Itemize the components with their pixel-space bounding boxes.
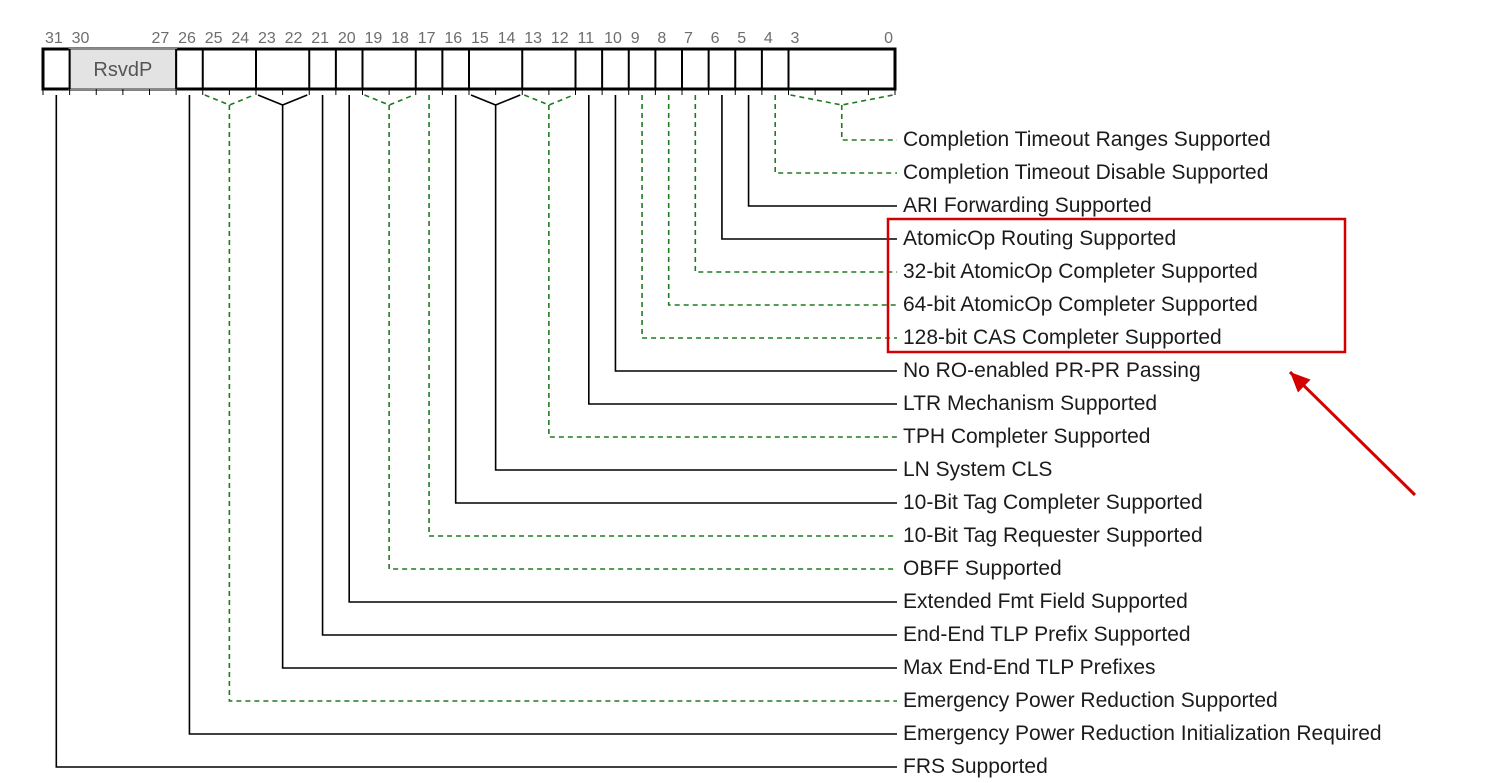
bit-number-20: 20 (338, 30, 356, 47)
field-label-15: End-End TLP Prefix Supported (903, 623, 1191, 646)
field-label-11: 10-Bit Tag Completer Supported (903, 491, 1203, 514)
bit-number-5: 5 (737, 30, 746, 47)
bit-number-13: 13 (524, 30, 542, 47)
field-label-8: LTR Mechanism Supported (903, 392, 1157, 415)
leader-line-bit-8 (669, 95, 897, 305)
bit-number-23: 23 (258, 30, 276, 47)
bit-number-15: 15 (471, 30, 489, 47)
bit-number-11: 11 (578, 30, 595, 47)
bit-number-25: 25 (205, 30, 223, 47)
leader-line-bit-19-18 (365, 95, 898, 569)
field-label-10: LN System CLS (903, 458, 1052, 481)
field-label-0: Completion Timeout Ranges Supported (903, 128, 1271, 151)
leader-line-bit-23-22 (258, 95, 897, 668)
field-label-14: Extended Fmt Field Supported (903, 590, 1188, 613)
field-label-17: Emergency Power Reduction Supported (903, 689, 1278, 712)
leader-line-bit-21 (323, 95, 897, 635)
leader-line-bit-5 (749, 95, 897, 206)
bit-number-3: 3 (791, 30, 800, 47)
bit-number-22: 22 (285, 30, 303, 47)
field-label-16: Max End-End TLP Prefixes (903, 656, 1156, 679)
bit-number-4: 4 (764, 30, 773, 47)
leader-line-bit-26 (189, 95, 897, 734)
field-label-12: 10-Bit Tag Requester Supported (903, 524, 1203, 547)
bit-number-26: 26 (178, 30, 196, 47)
leader-line-bit-31 (56, 95, 897, 767)
field-label-18: Emergency Power Reduction Initialization… (903, 722, 1382, 745)
leader-line-bit-3-0 (791, 95, 898, 140)
bit-number-7: 7 (684, 30, 693, 47)
bit-number-19: 19 (365, 30, 383, 47)
bit-number-8: 8 (657, 30, 666, 47)
field-label-1: Completion Timeout Disable Supported (903, 161, 1268, 184)
field-label-19: FRS Supported (903, 755, 1048, 778)
bit-number-21: 21 (311, 30, 329, 47)
bit-number-14: 14 (498, 30, 516, 47)
bit-number-31: 31 (45, 30, 63, 47)
field-label-3: AtomicOp Routing Supported (903, 227, 1176, 250)
bit-number-6: 6 (711, 30, 720, 47)
bit-number-18: 18 (391, 30, 409, 47)
field-label-9: TPH Completer Supported (903, 425, 1150, 448)
leader-line-bit-11 (589, 95, 897, 404)
bit-number-17: 17 (418, 30, 436, 47)
field-label-6: 128-bit CAS Completer Supported (903, 326, 1222, 349)
leader-line-bit-9 (642, 95, 897, 338)
bit-number-12: 12 (551, 30, 569, 47)
bit-number-24: 24 (231, 30, 249, 47)
bit-number-30: 30 (72, 30, 90, 47)
leader-line-bit-7 (695, 95, 897, 272)
bit-number-16: 16 (444, 30, 462, 47)
field-label-4: 32-bit AtomicOp Completer Supported (903, 260, 1258, 283)
leader-line-bit-13-12 (524, 95, 897, 437)
register-bitfield-diagram: 3130272625242322212019181716151413121110… (0, 0, 1506, 783)
highlight-arrow-shaft (1290, 372, 1415, 495)
field-label-13: OBFF Supported (903, 557, 1062, 580)
bit-number-27: 27 (152, 30, 170, 47)
bit-number-9: 9 (631, 30, 640, 47)
leader-line-bit-16 (456, 95, 897, 503)
leader-line-bit-20 (349, 95, 897, 602)
field-label-7: No RO-enabled PR-PR Passing (903, 359, 1201, 382)
bit-number-0: 0 (884, 30, 893, 47)
leader-line-bit-10 (615, 95, 897, 371)
rsvdp-label: RsvdP (93, 59, 152, 81)
leader-line-bit-15-14 (471, 95, 897, 470)
field-label-5: 64-bit AtomicOp Completer Supported (903, 293, 1258, 316)
bit-number-10: 10 (604, 30, 622, 47)
leader-line-bit-4 (775, 95, 897, 173)
field-label-2: ARI Forwarding Supported (903, 194, 1152, 217)
leader-line-bit-25-24 (205, 95, 897, 701)
